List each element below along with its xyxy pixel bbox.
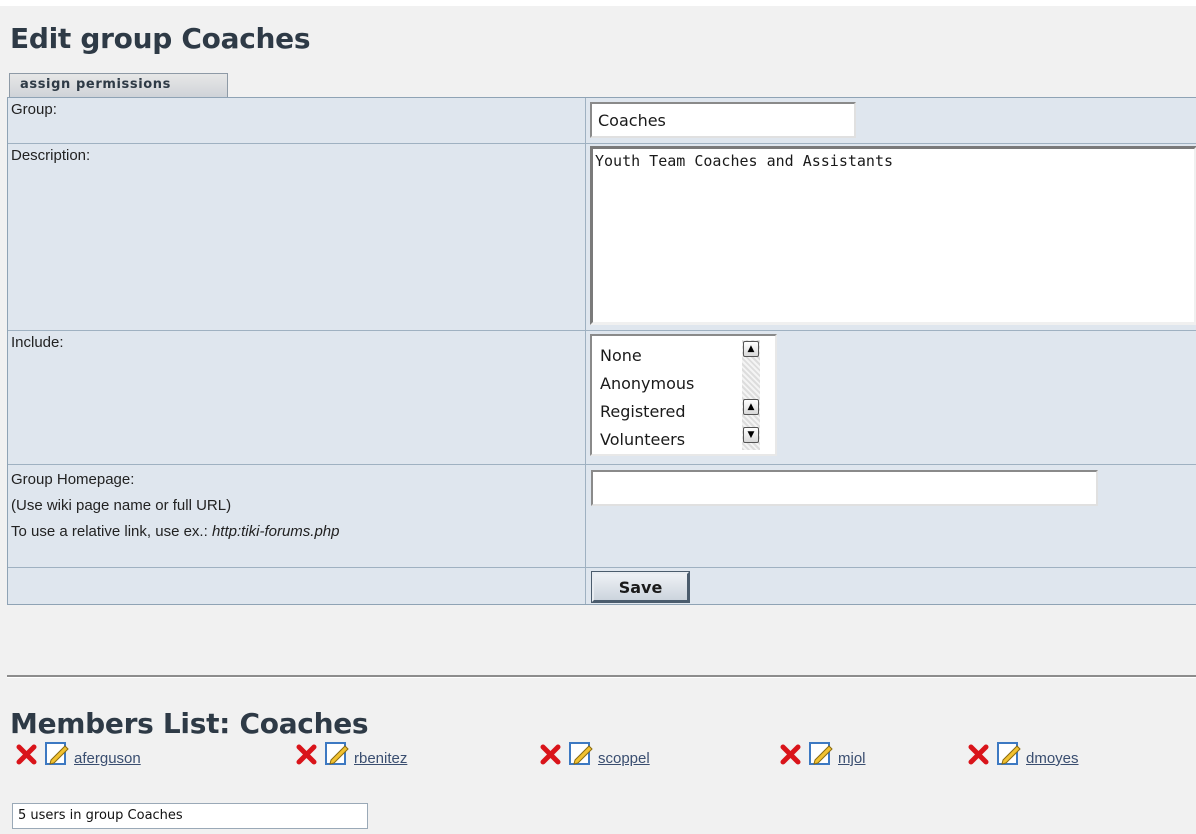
member-count-status: 5 users in group Coaches <box>12 803 368 829</box>
delete-x-icon[interactable] <box>294 741 320 767</box>
group-name-input[interactable] <box>590 102 856 138</box>
edit-pencil-icon[interactable] <box>324 740 350 766</box>
include-option[interactable]: Volunteers <box>600 426 685 454</box>
include-option[interactable]: Anonymous <box>600 370 694 398</box>
homepage-label-title: Group Homepage: <box>11 471 135 488</box>
delete-x-icon[interactable] <box>778 741 804 767</box>
scroll-thumb-up-icon[interactable]: ▲ <box>743 399 759 415</box>
delete-x-icon[interactable] <box>14 741 40 767</box>
description-textarea[interactable]: Youth Team Coaches and Assistants <box>590 146 1196 325</box>
member-username-link[interactable]: scoppel <box>598 750 650 767</box>
save-row: Save <box>8 568 1196 604</box>
delete-x-icon[interactable] <box>966 741 992 767</box>
homepage-input[interactable] <box>591 470 1098 506</box>
assign-permissions-tab[interactable]: assign permissions <box>9 73 228 97</box>
homepage-label-example-line: To use a relative link, use ex.: http:ti… <box>11 523 340 540</box>
page-title: Edit group Coaches <box>10 22 311 55</box>
edit-group-form: Group: Description: Youth Team Coaches a… <box>7 97 1196 605</box>
include-option[interactable]: None <box>600 342 642 370</box>
include-listbox[interactable]: None Anonymous Registered Volunteers ▲ ▲… <box>590 334 777 456</box>
scroll-up-icon[interactable]: ▲ <box>743 341 759 357</box>
edit-pencil-icon[interactable] <box>996 740 1022 766</box>
member-username-link[interactable]: mjol <box>838 750 866 767</box>
page-canvas: Edit group Coaches assign permissions Gr… <box>0 6 1196 834</box>
section-divider <box>7 675 1196 678</box>
group-label: Group: <box>8 98 586 143</box>
edit-pencil-icon[interactable] <box>44 740 70 766</box>
member-username-link[interactable]: rbenitez <box>354 750 407 767</box>
edit-pencil-icon[interactable] <box>568 740 594 766</box>
description-row: Description: Youth Team Coaches and Assi… <box>8 144 1196 331</box>
homepage-label: Group Homepage: (Use wiki page name or f… <box>8 465 586 567</box>
description-label: Description: <box>8 144 586 330</box>
homepage-row: Group Homepage: (Use wiki page name or f… <box>8 465 1196 568</box>
edit-pencil-icon[interactable] <box>808 740 834 766</box>
homepage-example: http:tiki-forums.php <box>211 523 340 540</box>
member-username-link[interactable]: dmoyes <box>1026 750 1079 767</box>
include-label: Include: <box>8 331 586 464</box>
delete-x-icon[interactable] <box>538 741 564 767</box>
group-row: Group: <box>8 98 1196 144</box>
save-button[interactable]: Save <box>591 571 690 603</box>
members-list-title: Members List: Coaches <box>10 707 369 740</box>
include-row: Include: None Anonymous Registered Volun… <box>8 331 1196 465</box>
member-username-link[interactable]: aferguson <box>74 750 141 767</box>
homepage-label-hint: (Use wiki page name or full URL) <box>11 497 232 514</box>
scroll-down-icon[interactable]: ▼ <box>743 427 759 443</box>
include-option[interactable]: Registered <box>600 398 686 426</box>
